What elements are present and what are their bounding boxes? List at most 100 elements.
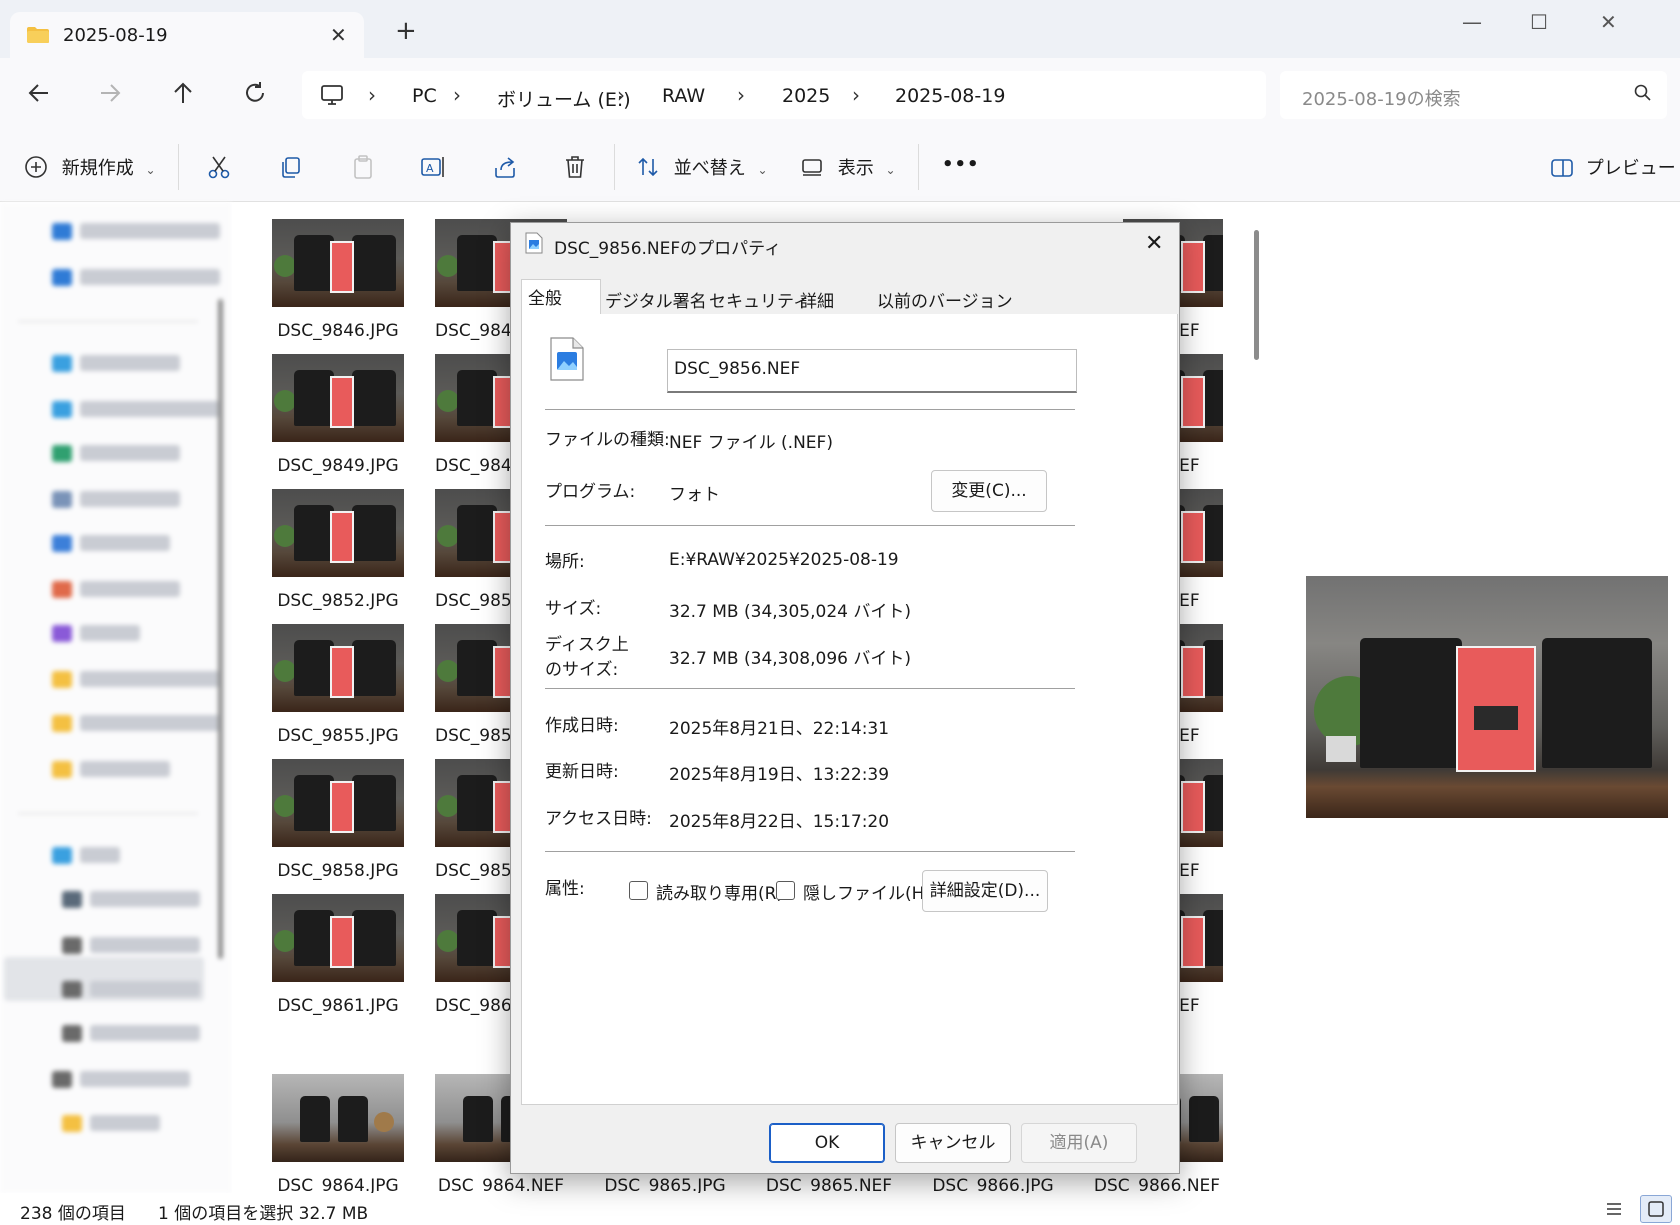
file-name-label[interactable]: DSC_985 <box>435 726 515 746</box>
filename-field[interactable]: DSC_9856.NEF <box>667 349 1077 393</box>
nav-item-label <box>80 223 220 239</box>
videos-icon <box>52 625 72 642</box>
drive-icon <box>62 1025 82 1042</box>
file-name-label[interactable]: DSC_9852.JPG <box>258 591 418 611</box>
device-box-right <box>352 640 396 696</box>
product-package <box>1181 916 1205 968</box>
breadcrumb-pc[interactable]: PC <box>412 85 437 107</box>
nav-item-label <box>80 269 220 285</box>
new-button[interactable]: 新規作成 ⌄ <box>24 154 156 180</box>
drive-icon <box>62 937 82 954</box>
breadcrumb-year[interactable]: 2025 <box>782 85 830 107</box>
title-bar: 2025-08-19 ✕ + — ☐ ✕ <box>0 0 1680 60</box>
file-thumbnail[interactable] <box>272 1074 404 1162</box>
view-button[interactable]: 表示 ⌄ <box>800 154 896 180</box>
attributes-label: 属性: <box>545 879 585 899</box>
file-thumbnail[interactable] <box>272 894 404 982</box>
disk-size-label-line2: のサイズ: <box>545 660 619 680</box>
cancel-button[interactable]: キャンセル <box>895 1123 1011 1163</box>
change-program-button[interactable]: 変更(C)... <box>931 470 1047 512</box>
paste-icon[interactable] <box>350 154 376 180</box>
product-package <box>1181 241 1205 293</box>
tab-general[interactable]: 全般 <box>521 279 601 315</box>
file-thumbnail[interactable] <box>272 219 404 307</box>
back-arrow-icon[interactable] <box>26 80 52 106</box>
file-name-label[interactable]: DSC_9849.JPG <box>258 456 418 476</box>
tab-digital-signature[interactable]: デジタル署名 <box>599 283 713 315</box>
file-thumbnail[interactable] <box>272 489 404 577</box>
share-icon[interactable] <box>492 154 518 180</box>
preview-pane-button[interactable]: プレビュー <box>1550 154 1676 180</box>
file-name-label[interactable]: DSC_986 <box>435 996 515 1016</box>
file-thumbnail[interactable] <box>272 354 404 442</box>
file-name-label[interactable]: DSC_984 <box>435 456 515 476</box>
navigation-scrollbar[interactable] <box>218 299 223 959</box>
file-name-label[interactable]: DSC_9861.JPG <box>258 996 418 1016</box>
tab-title: 2025-08-19 <box>63 25 168 46</box>
file-name-label[interactable]: DSC_9858.JPG <box>258 861 418 881</box>
minimize-button[interactable]: — <box>1462 10 1482 34</box>
readonly-checkbox[interactable] <box>629 881 648 900</box>
search-input[interactable]: 2025-08-19の検索 <box>1280 71 1667 119</box>
close-window-button[interactable]: ✕ <box>1600 10 1617 34</box>
close-tab-icon[interactable]: ✕ <box>330 23 347 47</box>
properties-dialog: DSC_9856.NEFのプロパティ ✕ 全般 デジタル署名 セキュリティ 詳細… <box>510 222 1180 1174</box>
breadcrumb-folder[interactable]: 2025-08-19 <box>895 85 1005 107</box>
product-package <box>1181 646 1205 698</box>
hidden-checkbox[interactable] <box>776 881 795 900</box>
chevron-right-icon: › <box>368 83 376 107</box>
folder-icon <box>52 715 72 732</box>
advanced-button[interactable]: 詳細設定(D)... <box>922 870 1048 912</box>
dialog-close-button[interactable]: ✕ <box>1145 231 1163 256</box>
pc-icon <box>52 847 72 864</box>
nav-item-label <box>80 535 170 551</box>
plant-shape <box>437 930 459 952</box>
ok-button[interactable]: OK <box>769 1123 885 1163</box>
download-icon <box>52 445 72 462</box>
tiles-view-button[interactable] <box>1640 1195 1672 1223</box>
toolbar-divider <box>178 144 179 190</box>
filename-value: DSC_9856.NEF <box>674 359 801 379</box>
chevron-down-icon: ⌄ <box>757 163 768 177</box>
rename-icon[interactable]: A <box>420 154 446 180</box>
new-tab-button[interactable]: + <box>395 18 417 44</box>
preview-pane-icon <box>1551 159 1573 177</box>
nav-item-label <box>80 625 140 641</box>
breadcrumb-volume[interactable]: ボリューム (E:) <box>497 85 631 112</box>
pc-icon <box>321 85 343 105</box>
tab-previous-versions[interactable]: 以前のバージョン <box>871 283 1019 315</box>
search-placeholder: 2025-08-19の検索 <box>1302 89 1461 110</box>
forward-arrow-icon[interactable] <box>97 80 123 106</box>
maximize-button[interactable]: ☐ <box>1530 10 1548 34</box>
product-package <box>330 916 354 968</box>
file-thumbnail[interactable] <box>272 759 404 847</box>
breadcrumb-raw[interactable]: RAW <box>662 85 705 107</box>
apply-button[interactable]: 適用(A) <box>1021 1123 1137 1163</box>
sort-button[interactable]: 並べ替え ⌄ <box>636 154 768 180</box>
folder-icon <box>62 1115 82 1132</box>
file-thumbnail[interactable] <box>272 624 404 712</box>
file-name-label[interactable]: DSC_9846.JPG <box>258 321 418 341</box>
refresh-icon[interactable] <box>242 80 268 106</box>
preview-pane <box>1268 203 1680 1193</box>
address-bar[interactable]: › PC › ボリューム (E:) › RAW › 2025 › 2025-08… <box>302 71 1266 119</box>
copy-icon[interactable] <box>278 154 304 180</box>
file-name-label[interactable]: DSC_985 <box>435 861 515 881</box>
cut-icon[interactable] <box>206 154 232 180</box>
more-options-button[interactable]: ••• <box>942 154 980 175</box>
hidden-label[interactable]: 隠しファイル(H) <box>803 879 931 904</box>
device-box-left <box>300 1096 330 1142</box>
preview-pane-label: プレビュー <box>1585 158 1676 179</box>
tab-details[interactable]: 詳細 <box>794 283 840 315</box>
navigation-pane[interactable] <box>0 203 232 1193</box>
file-grid-scrollbar[interactable] <box>1254 230 1259 360</box>
nef-file-icon <box>550 337 584 381</box>
file-name-label[interactable]: DSC_9855.JPG <box>258 726 418 746</box>
up-arrow-icon[interactable] <box>170 80 196 106</box>
tab-active[interactable]: 2025-08-19 ✕ <box>10 12 364 60</box>
trash-icon[interactable] <box>562 154 588 180</box>
readonly-label[interactable]: 読み取り専用(R) <box>656 879 783 904</box>
file-name-label[interactable]: DSC_985 <box>435 591 515 611</box>
details-view-icon[interactable] <box>1604 1199 1624 1219</box>
file-name-label[interactable]: DSC_984 <box>435 321 515 341</box>
